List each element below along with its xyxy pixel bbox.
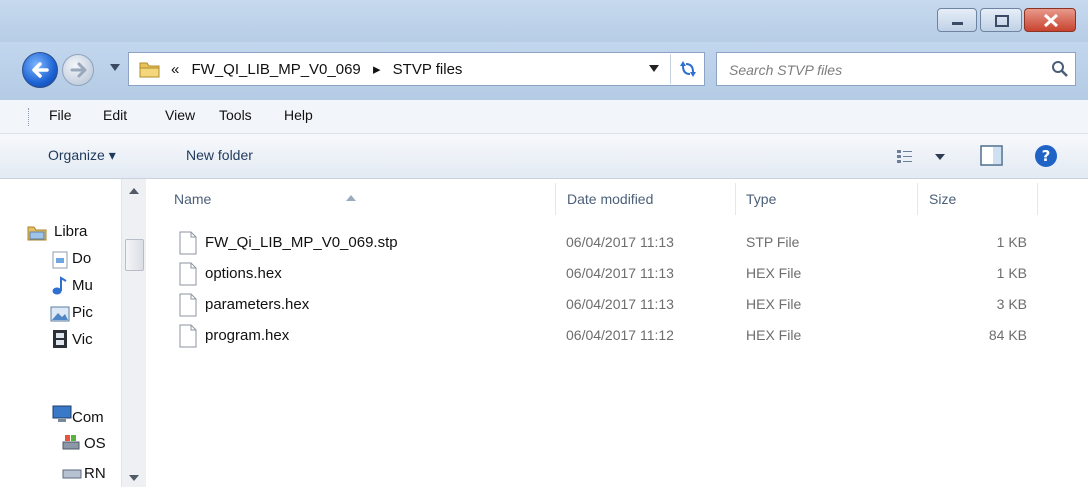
nav-item-music[interactable]: Mu xyxy=(72,277,93,294)
file-name: options.hex xyxy=(205,265,282,282)
file-size: 84 KB xyxy=(988,327,1027,343)
menu-tools[interactable]: Tools xyxy=(219,107,252,123)
address-row: « FW_QI_LIB_MP_V0_069 ▸ STVP files xyxy=(0,42,1088,100)
drive-icon xyxy=(62,435,80,450)
file-list: Name Date modified Type Size FW_Qi_LIB_M… xyxy=(147,179,1088,487)
libraries-icon xyxy=(27,226,47,241)
forward-button[interactable] xyxy=(62,54,94,86)
refresh-button[interactable] xyxy=(670,54,705,84)
menu-help[interactable]: Help xyxy=(284,107,313,123)
file-date: 06/04/2017 11:13 xyxy=(566,265,674,281)
scroll-up-arrow-icon[interactable] xyxy=(129,188,139,194)
address-dropdown-chevron-icon[interactable] xyxy=(649,65,659,73)
close-icon xyxy=(1043,13,1059,28)
breadcrumb-separator[interactable]: ▸ xyxy=(373,61,381,78)
forward-arrow-icon xyxy=(70,62,87,78)
network-drive-icon xyxy=(62,469,82,479)
menu-grip xyxy=(28,108,32,126)
menu-view[interactable]: View xyxy=(165,107,195,123)
file-size: 3 KB xyxy=(996,296,1027,312)
column-header-name[interactable]: Name xyxy=(174,191,211,207)
file-type: STP File xyxy=(746,234,800,250)
nav-item-pictures[interactable]: Pic xyxy=(72,304,93,321)
organize-button[interactable]: Organize ▾ xyxy=(48,147,116,164)
nav-item-libraries[interactable]: Libra xyxy=(54,223,87,240)
title-bar xyxy=(0,0,1088,42)
file-name: FW_Qi_LIB_MP_V0_069.stp xyxy=(205,234,398,251)
column-divider[interactable] xyxy=(555,183,556,215)
breadcrumb-overflow[interactable]: « xyxy=(171,61,179,78)
minimize-button[interactable] xyxy=(937,8,977,32)
nav-item-os-drive[interactable]: OS xyxy=(84,435,106,452)
file-date: 06/04/2017 11:12 xyxy=(566,327,674,343)
maximize-icon xyxy=(995,15,1009,27)
view-options-chevron-icon[interactable] xyxy=(935,154,945,161)
new-folder-button[interactable]: New folder xyxy=(186,147,253,163)
computer-icon xyxy=(52,405,72,422)
navigation-pane: Libra Do Mu Pic Vic Com OS RN xyxy=(0,179,147,487)
search-input[interactable] xyxy=(727,58,1031,82)
breadcrumb-item[interactable]: STVP files xyxy=(393,61,463,78)
nav-item-videos[interactable]: Vic xyxy=(72,331,93,348)
column-header-type[interactable]: Type xyxy=(746,191,776,207)
file-type: HEX File xyxy=(746,327,802,343)
file-row[interactable]: options.hex 06/04/2017 11:13 HEX File 1 … xyxy=(175,260,1055,290)
svg-text:?: ? xyxy=(1042,147,1051,165)
file-date: 06/04/2017 11:13 xyxy=(566,234,674,250)
column-header-size[interactable]: Size xyxy=(929,191,956,207)
nav-scrollbar[interactable] xyxy=(121,179,146,487)
file-type: HEX File xyxy=(746,296,802,312)
folder-icon xyxy=(139,62,160,78)
file-date: 06/04/2017 11:13 xyxy=(566,296,674,312)
nav-item-network-drive[interactable]: RN xyxy=(84,465,106,482)
minimize-icon xyxy=(952,22,963,25)
scroll-down-arrow-icon[interactable] xyxy=(129,475,139,481)
file-size: 1 KB xyxy=(996,234,1027,250)
change-view-icon[interactable] xyxy=(896,148,914,164)
preview-pane-icon[interactable] xyxy=(980,145,1004,167)
file-row[interactable]: FW_Qi_LIB_MP_V0_069.stp 06/04/2017 11:13… xyxy=(175,229,1055,259)
column-divider[interactable] xyxy=(1037,183,1038,215)
nav-item-computer[interactable]: Com xyxy=(72,409,104,426)
nav-item-documents[interactable]: Do xyxy=(72,250,91,267)
documents-icon xyxy=(52,251,68,269)
refresh-icon xyxy=(680,61,696,77)
back-arrow-icon xyxy=(32,62,49,78)
file-name: parameters.hex xyxy=(205,296,310,313)
search-icon[interactable] xyxy=(1051,60,1069,78)
file-size: 1 KB xyxy=(996,265,1027,281)
file-name: program.hex xyxy=(205,327,290,344)
breadcrumb-item[interactable]: FW_QI_LIB_MP_V0_069 xyxy=(192,61,361,78)
menu-edit[interactable]: Edit xyxy=(103,107,127,123)
column-header-date-modified[interactable]: Date modified xyxy=(567,191,653,207)
menu-file[interactable]: File xyxy=(49,107,72,123)
help-icon[interactable]: ? xyxy=(1034,144,1058,168)
command-bar: Organize ▾ New folder ? xyxy=(0,134,1088,179)
file-icon xyxy=(179,293,197,317)
address-bar[interactable]: « FW_QI_LIB_MP_V0_069 ▸ STVP files xyxy=(128,52,705,86)
back-button[interactable] xyxy=(22,52,58,88)
column-divider[interactable] xyxy=(735,183,736,215)
close-button[interactable] xyxy=(1024,8,1076,32)
file-icon xyxy=(179,231,197,255)
breadcrumb: « FW_QI_LIB_MP_V0_069 ▸ STVP files xyxy=(171,60,470,78)
file-icon xyxy=(179,262,197,286)
videos-icon xyxy=(53,330,67,348)
maximize-button[interactable] xyxy=(980,8,1022,32)
pictures-icon xyxy=(50,306,70,322)
music-icon xyxy=(52,276,67,295)
sort-ascending-icon xyxy=(346,195,356,201)
column-divider[interactable] xyxy=(917,183,918,215)
explorer-window: « FW_QI_LIB_MP_V0_069 ▸ STVP files Searc… xyxy=(0,0,1088,487)
file-icon xyxy=(179,324,197,348)
file-type: HEX File xyxy=(746,265,802,281)
nav-scroll-thumb[interactable] xyxy=(125,239,144,271)
search-box xyxy=(716,52,1076,86)
file-row[interactable]: program.hex 06/04/2017 11:12 HEX File 84… xyxy=(175,322,1055,352)
recent-pages-chevron-icon[interactable] xyxy=(110,64,120,72)
file-row[interactable]: parameters.hex 06/04/2017 11:13 HEX File… xyxy=(175,291,1055,321)
menu-bar: File Edit View Tools Help xyxy=(0,100,1088,134)
